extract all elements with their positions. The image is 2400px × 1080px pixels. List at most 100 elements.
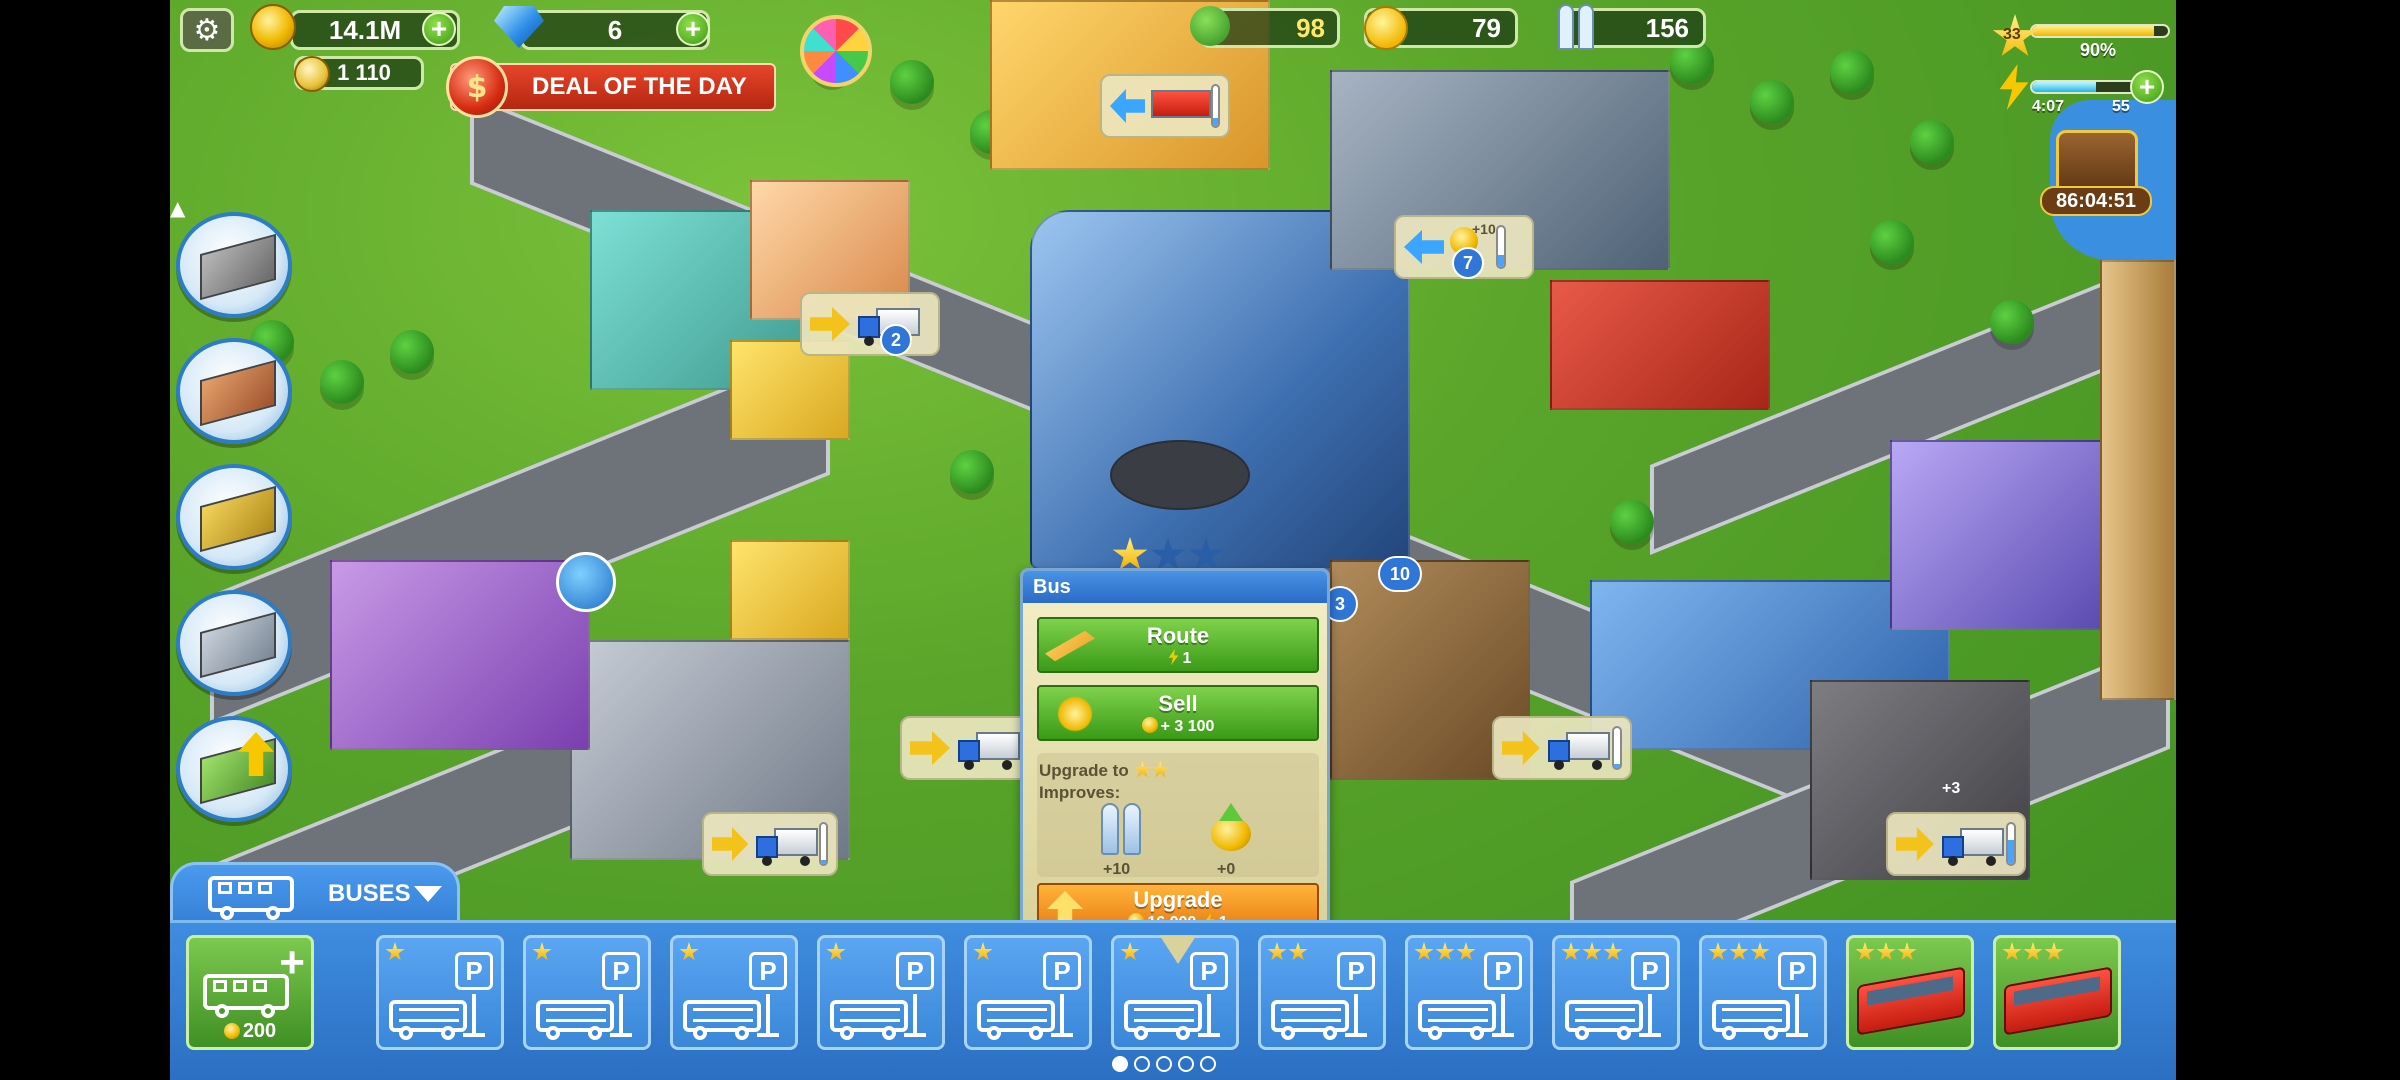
passenger-pickup-icon[interactable] (556, 552, 616, 612)
route-button[interactable]: Route 1 (1037, 617, 1319, 673)
parking-part (882, 1026, 896, 1040)
export-bubble[interactable]: 2 (800, 292, 940, 356)
bus-slot-empty[interactable]: P (376, 935, 504, 1050)
import-bubble[interactable]: +10 7 (1394, 215, 1534, 279)
bus-icon (203, 974, 289, 1018)
add-bus-cost-value: 200 (242, 1020, 277, 1042)
upgrade-target-stars (1133, 761, 1170, 779)
bus-slot-occupied[interactable] (1846, 935, 1974, 1050)
import-bubble[interactable] (1100, 74, 1230, 138)
game-screen: +10 7 2 10 3 +3 ⚙ 14.1M + 1 110 6 + DEAL… (0, 0, 2400, 1080)
coin-icon (1141, 717, 1158, 733)
sell-amount: + 3 100 (1160, 718, 1215, 735)
coins-value: 14.1M (328, 14, 402, 45)
bus-slot-empty[interactable]: P (1552, 935, 1680, 1050)
parking-part (840, 1026, 854, 1040)
tree (390, 330, 434, 374)
add-gems-button[interactable]: + (676, 12, 710, 46)
parking-sign-icon: P (1631, 952, 1669, 990)
bus-info-popup: Bus Route 1 Sell + 3 100 Upgrade to Impr… (1020, 568, 1330, 936)
slot-stars (679, 942, 699, 962)
parking-part (399, 1026, 413, 1040)
parking-part (1722, 1026, 1736, 1040)
export-bubble[interactable] (1492, 716, 1632, 780)
bus-slot-empty[interactable]: P (670, 935, 798, 1050)
slot-stars (1708, 942, 1770, 962)
export-bubble[interactable] (1886, 812, 2026, 876)
bus-slot-occupied[interactable] (1993, 935, 2121, 1050)
bus-slot-empty[interactable]: P (1405, 935, 1533, 1050)
sell-button[interactable]: Sell + 3 100 (1037, 685, 1319, 741)
truck-icon (754, 824, 819, 866)
cinema-building[interactable] (1890, 440, 2110, 630)
slot-stars (1414, 942, 1476, 962)
add-bus-button[interactable]: + 200 (186, 935, 314, 1050)
progress-bar (1210, 84, 1220, 128)
tree (950, 450, 994, 494)
parking-part (546, 1026, 560, 1040)
add-energy-button[interactable]: + (2130, 70, 2164, 104)
page-dot[interactable] (1200, 1056, 1216, 1072)
helipad (1110, 440, 1250, 510)
add-coins-button[interactable]: + (422, 12, 456, 46)
energy-value: 55 (2112, 98, 2130, 115)
star-filled-icon (1876, 942, 1896, 961)
parking-part (1764, 1026, 1778, 1040)
add-bus-cost: 200 (189, 1020, 311, 1043)
parking-sign-icon: P (1043, 952, 1081, 990)
parking-part (1786, 1033, 1808, 1037)
star-filled-icon (2023, 942, 2043, 961)
cash-value: 1 110 (337, 60, 391, 85)
export-bubble[interactable] (702, 812, 838, 876)
upgrade-label: Upgrade (1133, 887, 1223, 912)
building-thumbnail-icon (200, 233, 276, 301)
bus-slot-empty[interactable]: P (523, 935, 651, 1050)
side-menu-residential-button[interactable] (176, 338, 292, 444)
bus-slot-empty[interactable]: P (1699, 935, 1827, 1050)
page-dot[interactable] (1112, 1056, 1128, 1072)
parking-part (913, 994, 917, 1034)
star-filled-icon (532, 942, 552, 961)
side-menu-upgrade-button[interactable] (176, 716, 292, 822)
trees-value: 98 (1296, 12, 1325, 43)
export-arrow-icon (910, 731, 950, 765)
bus-slot-empty[interactable]: P (964, 935, 1092, 1050)
dropdown-caret-icon[interactable] (414, 886, 442, 902)
bus-slot-empty[interactable]: P (1258, 935, 1386, 1050)
vehicle-count-badge[interactable]: 10 (1378, 556, 1422, 592)
settings-button[interactable]: ⚙ (180, 8, 234, 52)
star-filled-icon (1435, 942, 1455, 961)
export-arrow-icon (1896, 827, 1934, 861)
parking-part (1639, 1033, 1661, 1037)
parking-part (1575, 1026, 1589, 1040)
star-filled-icon (1603, 942, 1623, 961)
page-dot[interactable] (1156, 1056, 1172, 1072)
tree (1830, 50, 1874, 94)
improve-coins-value: +0 (1217, 861, 1236, 878)
side-menu-construction-button[interactable] (176, 464, 292, 570)
cosmetics-shop[interactable] (330, 560, 590, 750)
farm-barn[interactable] (1550, 280, 1770, 410)
clock-tower[interactable] (2100, 260, 2176, 700)
star-filled-icon (1133, 761, 1152, 778)
xp-percent: 90% (2080, 40, 2117, 60)
page-dot[interactable] (1134, 1056, 1150, 1072)
yellow-house[interactable] (730, 540, 850, 640)
bus-icon (208, 876, 294, 920)
star-filled-icon (973, 942, 993, 961)
slot-stars (385, 942, 405, 962)
bus-slot-empty[interactable]: P (817, 935, 945, 1050)
parking-part (904, 1033, 926, 1037)
side-menu-buildings-button[interactable] (176, 212, 292, 318)
boost-label: +3 (1942, 780, 1961, 797)
parking-part (472, 994, 476, 1034)
side-menu-storage-button[interactable] (176, 590, 292, 696)
gear-icon: ⚙ (193, 12, 221, 48)
happiness-value: 79 (1472, 12, 1501, 43)
parking-part (1176, 1026, 1190, 1040)
star-filled-icon (1582, 942, 1602, 961)
fortune-wheel-icon[interactable] (800, 15, 872, 87)
page-dot[interactable] (1178, 1056, 1194, 1072)
slot-stars (1267, 942, 1308, 962)
star-filled-icon (1267, 942, 1287, 961)
